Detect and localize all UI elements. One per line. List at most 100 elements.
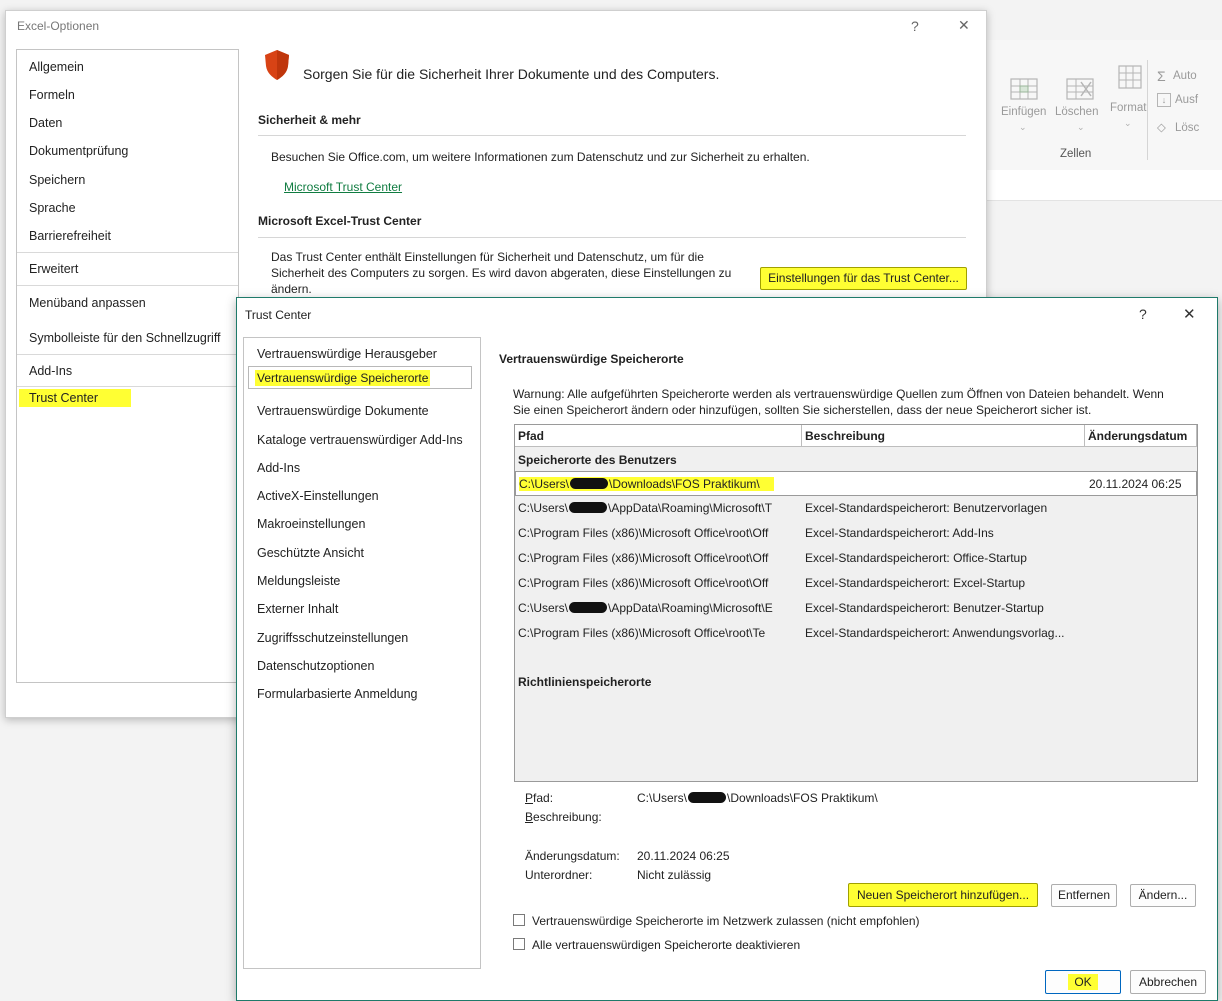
insert-label[interactable]: Einfügen xyxy=(1001,106,1046,118)
delete-label[interactable]: Löschen xyxy=(1055,106,1098,118)
redaction-mark xyxy=(688,792,727,803)
tc-nav-activex[interactable]: ActiveX-Einstellungen xyxy=(257,489,379,503)
nav-item-menueband[interactable]: Menüband anpassen xyxy=(29,295,146,311)
locations-table: Pfad Beschreibung Änderungsdatum Speiche… xyxy=(514,424,1198,782)
help-button[interactable]: ? xyxy=(1139,306,1147,322)
tc-nav-speicherorte[interactable]: Vertrauenswürdige Speicherorte xyxy=(248,366,472,389)
tc-nav-herausgeber[interactable]: Vertrauenswürdige Herausgeber xyxy=(257,347,437,361)
page-title: Vertrauenswürdige Speicherorte xyxy=(499,352,684,366)
table-row[interactable]: C:\Program Files (x86)\Microsoft Office\… xyxy=(515,571,1197,596)
network-locations-label[interactable]: Vertrauenswürdige Speicherorte im Netzwe… xyxy=(532,914,920,928)
shield-icon xyxy=(265,50,289,80)
detail-path-prefix: C:\Users\ xyxy=(637,791,688,805)
warning-line2: Sie einen Speicherort ändern oder hinzuf… xyxy=(513,403,1092,417)
nav-item-dokumentpruefung[interactable]: Dokumentprüfung xyxy=(29,143,128,159)
autosum-icon[interactable]: Σ xyxy=(1157,68,1166,84)
nav-item-daten[interactable]: Daten xyxy=(29,115,62,131)
nav-item-allgemein[interactable]: Allgemein xyxy=(29,59,84,75)
tc-nav-datenschutz[interactable]: Datenschutzoptionen xyxy=(257,659,374,673)
nav-separator xyxy=(17,354,238,355)
trust-center-nav: Vertrauenswürdige Herausgeber Vertrauens… xyxy=(243,337,481,969)
fill-icon[interactable]: ↓ xyxy=(1157,93,1171,107)
close-button[interactable]: ✕ xyxy=(958,17,970,34)
trust-center-settings-button[interactable]: Einstellungen für das Trust Center... xyxy=(760,267,967,290)
autosum-label[interactable]: Auto xyxy=(1173,70,1197,82)
description-cell: Excel-Standardspeicherort: Benutzervorla… xyxy=(805,501,1048,515)
nav-item-addins[interactable]: Add-Ins xyxy=(29,363,72,379)
tc-nav-addins[interactable]: Add-Ins xyxy=(257,461,300,475)
tc-nav-meldungsleiste[interactable]: Meldungsleiste xyxy=(257,574,340,588)
path-suffix: \AppData\Roaming\Microsoft\E xyxy=(608,601,773,615)
network-locations-checkbox[interactable] xyxy=(513,914,525,926)
tc-nav-externer-inhalt[interactable]: Externer Inhalt xyxy=(257,602,338,616)
table-row[interactable]: C:\Users\ \AppData\Roaming\Microsoft\E Ex… xyxy=(515,596,1197,621)
format-cells-icon[interactable] xyxy=(1113,64,1147,90)
path-prefix: C:\Users\ xyxy=(518,501,569,515)
detail-subfolder-label: Unterordner: xyxy=(525,868,593,882)
nav-item-schnellzugriff[interactable]: Symbolleiste für den Schnellzugriff xyxy=(29,330,221,346)
chevron-down-icon[interactable]: ⌄ xyxy=(1019,122,1027,133)
trust-center-dialog: Trust Center ? ✕ Vertrauenswürdige Herau… xyxy=(236,297,1218,1001)
description-cell: Excel-Standardspeicherort: Anwendungsvor… xyxy=(805,626,1065,640)
nav-item-barrierefreiheit[interactable]: Barrierefreiheit xyxy=(29,228,111,244)
add-location-button[interactable]: Neuen Speicherort hinzufügen... xyxy=(848,883,1038,907)
description-cell: Excel-Standardspeicherort: Benutzer-Star… xyxy=(805,601,1044,615)
nav-item-erweitert[interactable]: Erweitert xyxy=(29,261,78,277)
nav-item-trust-center[interactable]: Trust Center xyxy=(19,389,131,407)
column-header-date[interactable]: Änderungsdatum xyxy=(1085,425,1197,447)
tc-nav-formular[interactable]: Formularbasierte Anmeldung xyxy=(257,687,418,701)
table-row[interactable]: C:\Users\ \AppData\Roaming\Microsoft\T Ex… xyxy=(515,496,1197,521)
help-button[interactable]: ? xyxy=(911,18,919,34)
tc-nav-zugriffsschutz[interactable]: Zugriffsschutzeinstellungen xyxy=(257,631,408,645)
table-row-selected[interactable]: C:\Users\ \Downloads\FOS Praktikum\ 20.11… xyxy=(515,471,1197,496)
detail-path-value: C:\Users\ \Downloads\FOS Praktikum\ xyxy=(637,791,878,805)
disable-locations-label[interactable]: Alle vertrauenswürdigen Speicherorte dea… xyxy=(532,938,800,952)
delete-cells-icon[interactable] xyxy=(1063,76,1097,102)
table-row[interactable]: C:\Program Files (x86)\Microsoft Office\… xyxy=(515,546,1197,571)
tc-nav-geschuetzt[interactable]: Geschützte Ansicht xyxy=(257,546,364,560)
chevron-down-icon[interactable]: ⌄ xyxy=(1124,118,1132,129)
nav-separator xyxy=(17,386,238,387)
column-header-path[interactable]: Pfad xyxy=(515,425,802,447)
cancel-button[interactable]: Abbrechen xyxy=(1130,970,1206,994)
format-label[interactable]: Format xyxy=(1110,102,1146,114)
group-header-policy: Richtlinienspeicherorte xyxy=(518,675,652,689)
section-divider xyxy=(258,237,966,238)
path-cell: C:\Program Files (x86)\Microsoft Office\… xyxy=(518,551,769,565)
remove-button[interactable]: Entfernen xyxy=(1051,884,1117,907)
table-row[interactable]: C:\Program Files (x86)\Microsoft Office\… xyxy=(515,521,1197,546)
fill-label[interactable]: Ausf xyxy=(1175,94,1198,106)
microsoft-trust-center-link[interactable]: Microsoft Trust Center xyxy=(284,180,402,194)
modify-button[interactable]: Ändern... xyxy=(1130,884,1196,907)
redaction-mark xyxy=(569,602,608,613)
tc-nav-dokumente[interactable]: Vertrauenswürdige Dokumente xyxy=(257,404,429,418)
path-cell: C:\Program Files (x86)\Microsoft Office\… xyxy=(518,626,766,640)
ok-button-label: OK xyxy=(1068,974,1098,990)
path-suffix: \Downloads\FOS Praktikum\ xyxy=(609,477,760,491)
trust-center-text-line1: Das Trust Center enthält Einstellungen f… xyxy=(271,250,704,264)
eraser-icon[interactable]: ◇ xyxy=(1157,120,1166,134)
group-header-user: Speicherorte des Benutzers xyxy=(518,453,677,467)
chevron-down-icon[interactable]: ⌄ xyxy=(1077,122,1085,133)
close-button[interactable]: ✕ xyxy=(1183,305,1196,323)
detail-path-suffix: \Downloads\FOS Praktikum\ xyxy=(727,791,878,805)
clear-label[interactable]: Lösc xyxy=(1175,122,1199,134)
tc-nav-kataloge[interactable]: Kataloge vertrauenswürdiger Add-Ins xyxy=(257,433,463,447)
nav-separator xyxy=(17,252,238,253)
tc-nav-makro[interactable]: Makroeinstellungen xyxy=(257,517,365,531)
description-cell: Excel-Standardspeicherort: Office-Startu… xyxy=(805,551,1027,565)
path-cell: C:\Users\ \Downloads\FOS Praktikum\ xyxy=(519,477,774,491)
nav-separator xyxy=(17,285,238,286)
table-row[interactable]: C:\Program Files (x86)\Microsoft Office\… xyxy=(515,621,1197,646)
column-header-description[interactable]: Beschreibung xyxy=(802,425,1085,447)
nav-item-formeln[interactable]: Formeln xyxy=(29,87,75,103)
nav-item-sprache[interactable]: Sprache xyxy=(29,200,76,216)
path-cell: C:\Users\ \AppData\Roaming\Microsoft\T xyxy=(518,501,772,515)
detail-subfolder-value: Nicht zulässig xyxy=(637,868,712,882)
insert-cells-icon[interactable] xyxy=(1007,76,1041,102)
ok-button[interactable]: OK xyxy=(1045,970,1121,994)
section-title-security: Sicherheit & mehr xyxy=(258,113,361,127)
nav-item-speichern[interactable]: Speichern xyxy=(29,172,85,188)
disable-locations-checkbox[interactable] xyxy=(513,938,525,950)
ribbon-divider xyxy=(1147,60,1148,160)
